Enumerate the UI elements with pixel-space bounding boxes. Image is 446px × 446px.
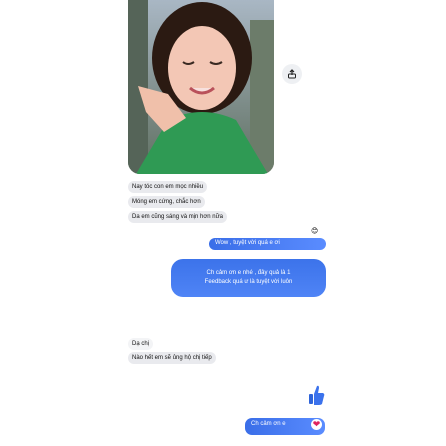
share-icon: [288, 69, 296, 79]
outgoing-message: Wow , tuyệt vời quá e ơi: [209, 238, 326, 250]
heart-icon: ❤: [311, 419, 322, 430]
incoming-message: Da em cũng sáng và mịn hơn nữa: [128, 211, 227, 223]
outgoing-message-line: Feedback quá ư là tuyệt vời luôn: [204, 279, 293, 285]
outgoing-message: Ch cảm ơn e nhé , đây quả là 1 Feedback …: [171, 259, 326, 297]
incoming-message: Nay tóc con em mọc nhiều: [128, 181, 208, 193]
thumbs-up-icon: [307, 384, 325, 405]
outgoing-message: Ch cảm ơn e ❤: [245, 418, 325, 435]
incoming-message: Móng em cứng, chắc hơn: [128, 196, 205, 208]
share-button[interactable]: [282, 64, 302, 84]
incoming-message: Nào hết em sẽ ủng hộ chị tiếp: [128, 352, 216, 364]
selfie-photo: [128, 0, 274, 174]
message-text: Ch cảm ơn e: [251, 421, 286, 427]
incoming-message: Dạ chị: [128, 338, 154, 350]
reaction-emoji: 😊: [311, 228, 319, 235]
photo-message[interactable]: [128, 0, 274, 174]
outgoing-message-line: Ch cảm ơn e nhé , đây quả là 1: [206, 270, 291, 276]
